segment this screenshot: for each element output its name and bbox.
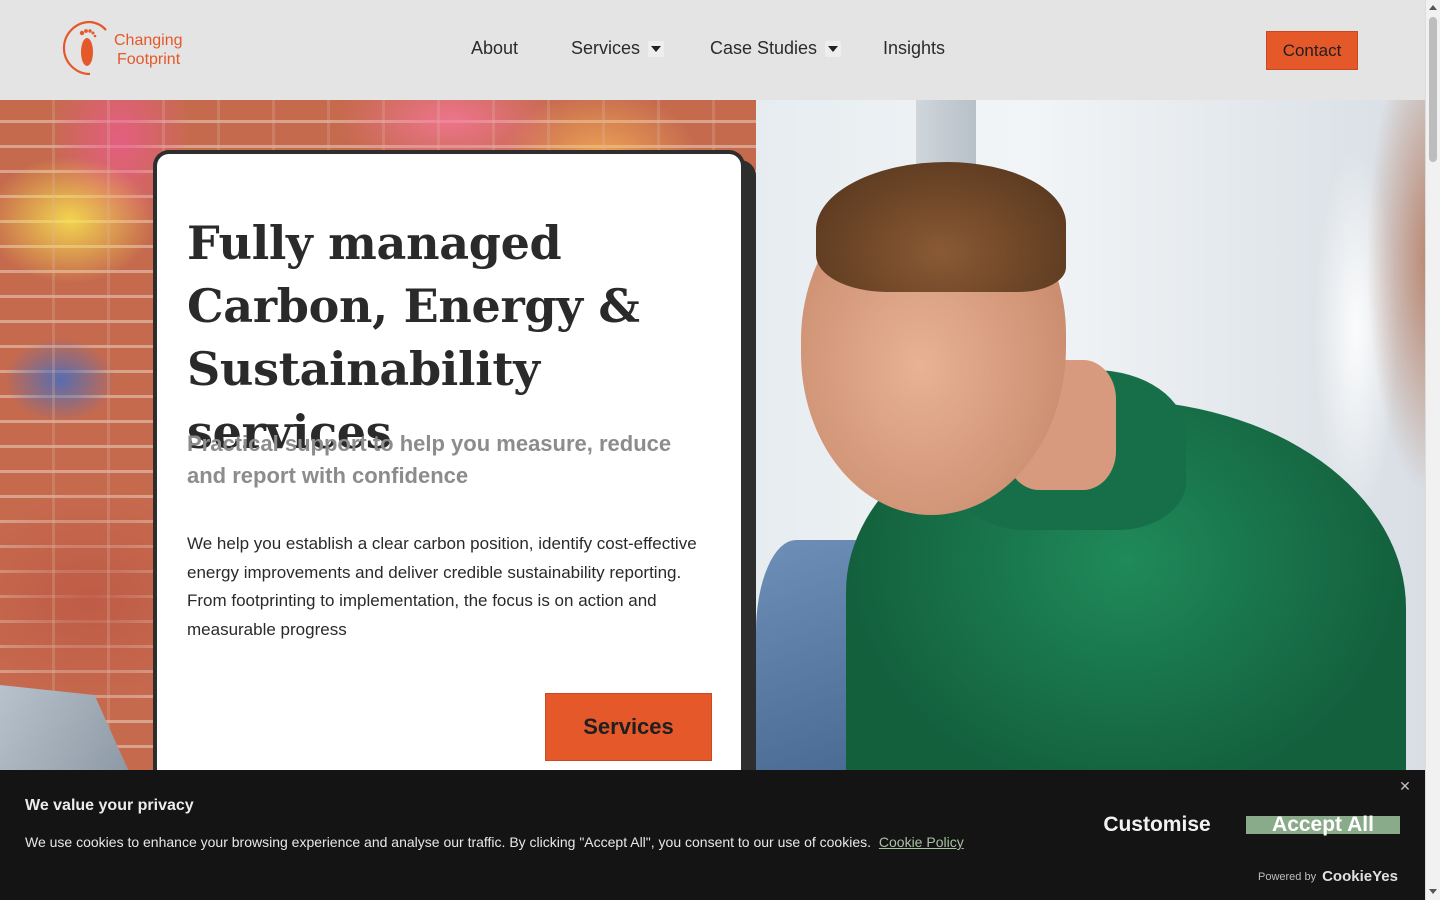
accept-all-button[interactable]: Accept All (1246, 814, 1400, 835)
nav-insights-label: Insights (883, 38, 946, 58)
scroll-up-arrow-icon[interactable] (1429, 5, 1437, 10)
scroll-down-arrow-icon[interactable] (1429, 889, 1437, 894)
nav-about-label: About (471, 38, 519, 58)
nav-case-studies-label: Case Studies (710, 38, 818, 58)
hero-title: Fully managed Carbon, Energy & Sustainab… (187, 216, 640, 459)
cookie-text: We use cookies to enhance your browsing … (25, 834, 964, 850)
powered-by-label: Powered by (1258, 870, 1317, 883)
customise-button[interactable]: Customise (1096, 810, 1218, 840)
logo-line-1: Changing (114, 32, 183, 49)
nav-about[interactable]: About (471, 38, 518, 59)
hero-photo-person (756, 100, 1425, 770)
cookie-policy-link[interactable]: Cookie Policy (879, 834, 964, 850)
blue-sleeve (756, 540, 856, 770)
services-cta-button[interactable]: Services (545, 693, 712, 761)
chevron-down-icon[interactable] (648, 40, 665, 57)
hero-subtitle: Practical support to help you measure, r… (187, 431, 672, 488)
scrollbar[interactable] (1425, 0, 1440, 900)
site-header: Changing Footprint About Services Case S… (0, 0, 1425, 100)
footprint-logo-icon (62, 20, 107, 76)
close-icon[interactable]: ✕ (1397, 779, 1413, 795)
edge-person (1366, 100, 1425, 500)
logo-text: Changing Footprint (114, 31, 183, 69)
cookie-banner: ✕ We value your privacy We use cookies t… (0, 770, 1425, 900)
nav-case-studies[interactable]: Case Studies (710, 38, 842, 59)
nav-services-label: Services (571, 38, 641, 58)
cookieyes-logo: CookieYes (1322, 868, 1398, 885)
hero-body-text: We help you establish a clear carbon pos… (187, 534, 697, 639)
hair (816, 162, 1066, 292)
cookie-description: We use cookies to enhance your browsing … (25, 834, 871, 850)
chevron-down-icon[interactable] (825, 40, 842, 57)
nav-insights[interactable]: Insights (883, 38, 945, 59)
nav-services[interactable]: Services (571, 38, 665, 59)
powered-by: Powered by CookieYes (1258, 868, 1398, 885)
contact-button[interactable]: Contact (1266, 31, 1358, 70)
logo[interactable]: Changing Footprint (60, 18, 200, 82)
hero-card: Fully managed Carbon, Energy & Sustainab… (153, 150, 745, 780)
cookie-title: We value your privacy (25, 797, 194, 814)
scroll-thumb[interactable] (1429, 17, 1437, 162)
logo-line-2: Footprint (117, 51, 181, 68)
